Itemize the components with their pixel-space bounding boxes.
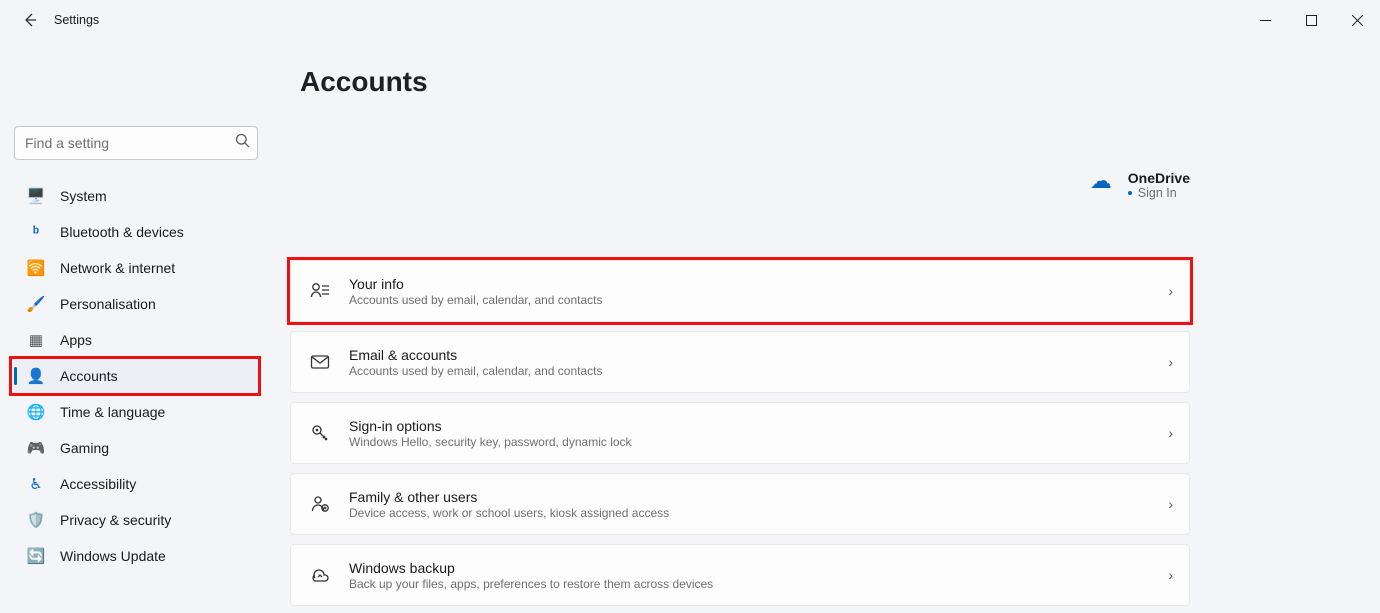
card-title: Your info <box>349 276 1168 292</box>
sidebar-item-bluetooth[interactable]: ᵇ Bluetooth & devices <box>14 214 258 250</box>
card-title: Windows backup <box>349 560 1168 576</box>
card-your-info[interactable]: Your info Accounts used by email, calend… <box>290 260 1190 322</box>
card-subtitle: Windows Hello, security key, password, d… <box>349 435 1168 449</box>
sidebar: 🖥️ System ᵇ Bluetooth & devices 🛜 Networ… <box>0 40 290 613</box>
chevron-right-icon: › <box>1168 283 1173 299</box>
sidebar-item-label: Bluetooth & devices <box>60 224 184 240</box>
accessibility-icon: ♿︎ <box>26 474 46 494</box>
close-icon <box>1352 15 1363 26</box>
sidebar-item-label: System <box>60 188 107 204</box>
chevron-right-icon: › <box>1168 354 1173 370</box>
settings-cards: Your info Accounts used by email, calend… <box>290 260 1190 613</box>
wifi-icon: 🛜 <box>26 258 46 278</box>
card-windows-backup[interactable]: Windows backup Back up your files, apps,… <box>290 544 1190 606</box>
minimize-icon <box>1260 15 1271 26</box>
page-title: Accounts <box>300 66 1340 98</box>
sidebar-item-label: Windows Update <box>60 548 166 564</box>
main: Accounts ☁ OneDrive Sign In Your info Ac… <box>290 40 1380 613</box>
sidebar-item-label: Gaming <box>60 440 109 456</box>
card-subtitle: Accounts used by email, calendar, and co… <box>349 293 1168 307</box>
onedrive-signin-link[interactable]: Sign In <box>1128 186 1190 200</box>
card-family-users[interactable]: Family & other users Device access, work… <box>290 473 1190 535</box>
sidebar-item-personalisation[interactable]: 🖌️ Personalisation <box>14 286 258 322</box>
card-subtitle: Accounts used by email, calendar, and co… <box>349 364 1168 378</box>
card-text: Sign-in options Windows Hello, security … <box>349 418 1168 449</box>
titlebar: Settings <box>0 0 1380 40</box>
card-text: Your info Accounts used by email, calend… <box>349 276 1168 307</box>
sidebar-item-gaming[interactable]: 🎮 Gaming <box>14 430 258 466</box>
shield-icon: 🛡️ <box>26 510 46 530</box>
system-icon: 🖥️ <box>26 186 46 206</box>
mail-icon <box>309 351 331 373</box>
search-wrap <box>14 126 258 160</box>
card-title: Sign-in options <box>349 418 1168 434</box>
card-text: Email & accounts Accounts used by email,… <box>349 347 1168 378</box>
search-input[interactable] <box>14 126 258 160</box>
sidebar-item-time-language[interactable]: 🌐 Time & language <box>14 394 258 430</box>
sidebar-item-label: Accounts <box>60 368 118 384</box>
sidebar-item-network[interactable]: 🛜 Network & internet <box>14 250 258 286</box>
minimize-button[interactable] <box>1242 2 1288 38</box>
onedrive-text: OneDrive Sign In <box>1128 170 1190 200</box>
card-subtitle: Device access, work or school users, kio… <box>349 506 1168 520</box>
card-text: Windows backup Back up your files, apps,… <box>349 560 1168 591</box>
card-subtitle: Back up your files, apps, preferences to… <box>349 577 1168 591</box>
chevron-right-icon: › <box>1168 496 1173 512</box>
window-controls <box>1242 0 1380 40</box>
sidebar-item-label: Privacy & security <box>60 512 171 528</box>
family-icon <box>309 493 331 515</box>
sidebar-item-label: Accessibility <box>60 476 136 492</box>
search-icon <box>235 133 250 153</box>
sidebar-item-label: Apps <box>60 332 92 348</box>
sidebar-item-privacy[interactable]: 🛡️ Privacy & security <box>14 502 258 538</box>
sidebar-item-label: Network & internet <box>60 260 175 276</box>
globe-icon: 🌐 <box>26 402 46 422</box>
update-icon: 🔄 <box>26 546 46 566</box>
sidebar-item-windows-update[interactable]: 🔄 Windows Update <box>14 538 258 574</box>
onedrive-title: OneDrive <box>1128 170 1190 186</box>
sidebar-item-accessibility[interactable]: ♿︎ Accessibility <box>14 466 258 502</box>
close-button[interactable] <box>1334 2 1380 38</box>
sidebar-item-label: Personalisation <box>60 296 156 312</box>
back-button[interactable] <box>18 8 42 32</box>
cloud-icon: ☁ <box>1090 170 1112 191</box>
sidebar-item-apps[interactable]: ▦ Apps <box>14 322 258 358</box>
arrow-left-icon <box>22 12 38 28</box>
apps-icon: ▦ <box>26 330 46 350</box>
card-title: Family & other users <box>349 489 1168 505</box>
sidebar-nav: 🖥️ System ᵇ Bluetooth & devices 🛜 Networ… <box>14 178 258 574</box>
paintbrush-icon: 🖌️ <box>26 294 46 314</box>
key-icon <box>309 422 331 444</box>
sidebar-item-system[interactable]: 🖥️ System <box>14 178 258 214</box>
bluetooth-icon: ᵇ <box>26 222 46 242</box>
backup-icon <box>309 564 331 586</box>
maximize-icon <box>1306 15 1317 26</box>
chevron-right-icon: › <box>1168 567 1173 583</box>
chevron-right-icon: › <box>1168 425 1173 441</box>
app-body: 🖥️ System ᵇ Bluetooth & devices 🛜 Networ… <box>0 40 1380 613</box>
card-signin-options[interactable]: Sign-in options Windows Hello, security … <box>290 402 1190 464</box>
window-title: Settings <box>54 13 99 27</box>
card-email-accounts[interactable]: Email & accounts Accounts used by email,… <box>290 331 1190 393</box>
sidebar-item-label: Time & language <box>60 404 165 420</box>
person-card-icon <box>309 280 331 302</box>
card-text: Family & other users Device access, work… <box>349 489 1168 520</box>
card-title: Email & accounts <box>349 347 1168 363</box>
gamepad-icon: 🎮 <box>26 438 46 458</box>
onedrive-status[interactable]: ☁ OneDrive Sign In <box>1090 170 1190 200</box>
sidebar-item-accounts[interactable]: 👤 Accounts <box>14 358 258 394</box>
maximize-button[interactable] <box>1288 2 1334 38</box>
status-dot-icon <box>1128 191 1132 195</box>
person-icon: 👤 <box>26 366 46 386</box>
